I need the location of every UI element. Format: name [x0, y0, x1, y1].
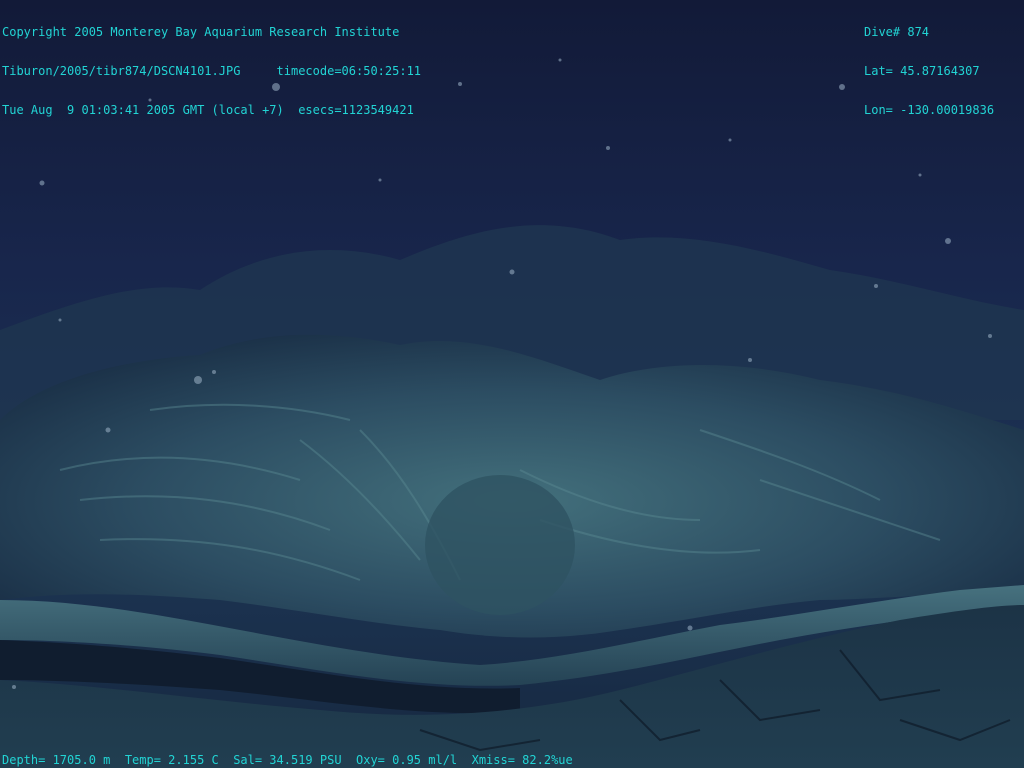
file-timecode-line: Tiburon/2005/tibr874/DSCN4101.JPG timeco… — [2, 64, 422, 78]
underwater-photo-frame: Copyright 2005 Monterey Bay Aquarium Res… — [0, 0, 1024, 768]
latitude-readout: Lat= 45.87164307 — [864, 64, 980, 78]
sensor-readout-bar: Depth= 1705.0 m Temp= 2.155 C Sal= 34.51… — [2, 753, 573, 767]
longitude-readout: Lon= -130.00019836 — [864, 103, 995, 117]
overlay-top-right: Dive# 874 Lat= 45.87164307 Lon= -130.000… — [864, 0, 994, 143]
dive-number: Dive# 874 — [864, 25, 930, 39]
datetime-esecs-line: Tue Aug 9 01:03:41 2005 GMT (local +7) e… — [2, 103, 414, 117]
overlay-top-left: Copyright 2005 Monterey Bay Aquarium Res… — [2, 0, 421, 143]
lava-pillow-bulb — [425, 475, 575, 615]
copyright-line: Copyright 2005 Monterey Bay Aquarium Res… — [2, 25, 400, 39]
